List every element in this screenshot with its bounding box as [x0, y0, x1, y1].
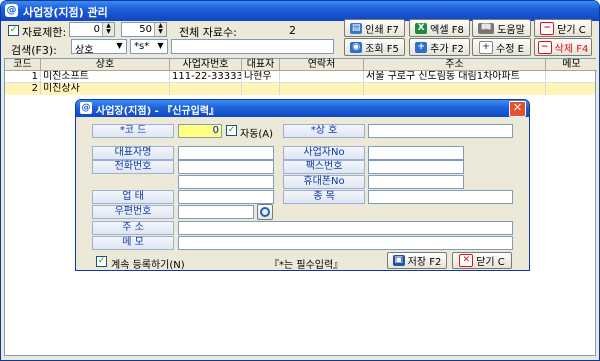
table-row[interactable]: 1 미진소프트 111-22-33333 나현우 서울 구로구 신도림동 대림1… — [5, 71, 595, 83]
total-count-value: 2 — [289, 24, 296, 37]
business-type-input[interactable] — [178, 190, 274, 204]
mobile-label: 휴대폰No — [283, 175, 365, 189]
search-label: 검색(F3): — [11, 44, 57, 57]
add-button[interactable]: + 추가 F2 — [409, 38, 470, 56]
total-count-label: 전체 자료수: — [179, 26, 237, 39]
column-header-rep[interactable]: 대표자 — [242, 59, 280, 71]
delete-button[interactable]: − 삭제 F4 — [534, 38, 592, 56]
limit-to-input[interactable]: 50 ▲ ▼ — [121, 22, 167, 37]
cell-name: 미진소프트 — [41, 71, 170, 83]
code-input[interactable]: 0 — [178, 124, 222, 138]
biz-no-label: 사업자No — [283, 146, 365, 160]
rep-label: 대표자명 — [92, 146, 174, 160]
app-icon: @ — [80, 102, 92, 114]
phone-label: 전화번호 — [92, 160, 174, 174]
search-mode-select[interactable]: *s* ▼ — [130, 39, 168, 54]
close-button[interactable]: − 닫기 C — [534, 19, 592, 37]
item-label: 종 목 — [283, 190, 365, 204]
entry-dialog: @ 사업장(지점) - 『신규입력』 ✕ *코 드 0 ✓ 자동(A) *상 호… — [75, 99, 530, 271]
plus-icon: + — [479, 40, 494, 54]
dialog-close-button[interactable]: ✕ 닫기 C — [452, 252, 512, 269]
zip-input[interactable] — [178, 205, 254, 219]
column-header-code[interactable]: 코드 — [5, 59, 41, 71]
main-window: @ 사업장(지점) 관리 ✓ 자료제한: 0 ▲ ▼ 50 ▲ ▼ 전체 자료수: … — [0, 0, 600, 361]
name-label: *상 호 — [283, 124, 365, 138]
dialog-title-bar: @ 사업장(지점) - 『신규입력』 ✕ — [76, 100, 529, 117]
memo-label: 메 모 — [92, 236, 174, 250]
close-icon[interactable]: ✕ — [509, 101, 526, 117]
column-header-phone[interactable]: 연락처 — [280, 59, 364, 71]
cell-memo — [546, 71, 595, 83]
printer-icon: ▤ — [350, 22, 363, 34]
required-note: 『*는 필수입력』 — [269, 260, 344, 271]
query-button[interactable]: ◉ 조회 F5 — [344, 38, 405, 56]
dialog-title: 사업장(지점) - 『신규입력』 — [96, 106, 220, 117]
app-icon: @ — [5, 4, 18, 17]
address-input[interactable] — [178, 221, 513, 235]
auto-checkbox[interactable]: ✓ — [226, 125, 237, 136]
column-header-address[interactable]: 주소 — [364, 59, 546, 71]
cell-code: 2 — [5, 83, 41, 95]
cell-code: 1 — [5, 71, 41, 83]
column-header-name[interactable]: 상호 — [41, 59, 170, 71]
address-label: 주 소 — [92, 221, 174, 235]
table-row-selected[interactable]: 2 미진상사 — [5, 83, 595, 95]
excel-icon: X — [415, 22, 428, 34]
mobile-input[interactable] — [368, 175, 464, 189]
limit-checkbox[interactable]: ✓ — [8, 25, 19, 36]
continue-checkbox[interactable]: ✓ — [96, 256, 107, 267]
book-icon: 📖 — [478, 22, 495, 34]
search-icon — [260, 207, 270, 217]
chevron-down-icon: ▼ — [157, 41, 164, 50]
zip-label: 우편번호 — [92, 205, 174, 219]
plus-icon: + — [415, 41, 428, 53]
continue-label: 계속 등록하기(N) — [111, 260, 185, 271]
cell-rep — [242, 83, 280, 95]
cell-biz-no: 111-22-33333 — [172, 71, 242, 83]
cell-biz-no — [170, 83, 242, 95]
rep-input[interactable] — [178, 146, 274, 160]
disk-icon: ▣ — [392, 255, 405, 266]
phone2-input[interactable] — [178, 175, 274, 189]
chevron-down-icon: ▼ — [116, 41, 123, 50]
save-button[interactable]: ▣ 저장 F2 — [387, 252, 447, 269]
search-field-select[interactable]: 상호 ▼ — [71, 39, 127, 56]
excel-button[interactable]: X 엑셀 F8 — [409, 19, 470, 37]
minus-icon: − — [537, 40, 552, 54]
close-icon: − — [540, 21, 555, 35]
auto-label: 자동(A) — [240, 129, 274, 140]
zip-search-button[interactable] — [257, 204, 273, 220]
name-input[interactable] — [368, 124, 513, 138]
cell-phone — [280, 83, 364, 95]
limit-from-input[interactable]: 0 ▲ ▼ — [69, 22, 115, 37]
limit-to-spinner[interactable]: ▲ ▼ — [154, 23, 166, 36]
cell-phone — [280, 71, 364, 83]
limit-from-spinner[interactable]: ▲ ▼ — [102, 23, 114, 36]
close-icon: ✕ — [459, 254, 474, 267]
limit-label: 자료제한: — [22, 26, 67, 39]
column-header-memo[interactable]: 메모 — [546, 59, 597, 71]
cell-address — [364, 83, 546, 95]
print-button[interactable]: ▤ 인쇄 F7 — [344, 19, 405, 37]
business-type-label: 업 태 — [92, 190, 174, 204]
fax-label: 팩스번호 — [283, 160, 365, 174]
edit-button[interactable]: + 수정 E — [472, 38, 531, 56]
column-header-biz-no[interactable]: 사업자번호 — [170, 59, 242, 71]
help-button[interactable]: 📖 도움말 — [472, 19, 531, 37]
memo-input[interactable] — [178, 236, 513, 250]
cell-memo — [546, 83, 595, 95]
item-input[interactable] — [368, 190, 513, 204]
fax-input[interactable] — [368, 160, 464, 174]
cell-rep: 나현우 — [242, 71, 280, 83]
query-icon: ◉ — [350, 41, 363, 53]
phone-input[interactable] — [178, 160, 274, 174]
biz-no-input[interactable] — [368, 146, 464, 160]
search-input[interactable] — [171, 39, 334, 54]
cell-name: 미진상사 — [41, 83, 170, 95]
window-title: 사업장(지점) 관리 — [23, 6, 108, 19]
cell-address: 서울 구로구 신도림동 대림1차아파트 — [364, 71, 546, 83]
title-bar: @ 사업장(지점) 관리 — [1, 1, 599, 21]
code-label: *코 드 — [92, 124, 174, 138]
